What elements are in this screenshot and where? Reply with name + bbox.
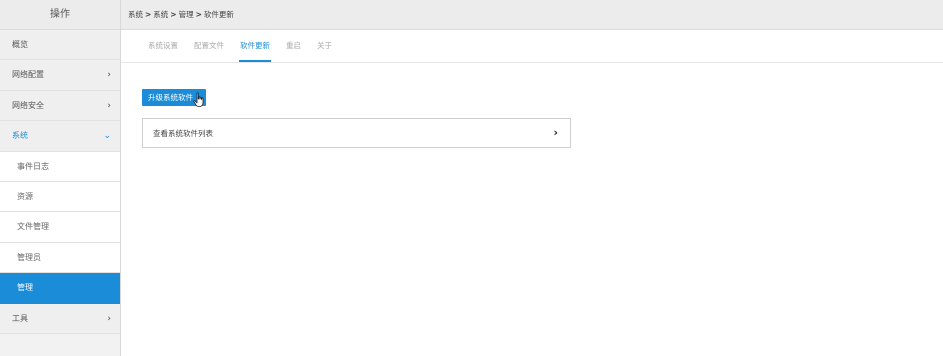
sidebar-item-label: 文件管理 (17, 222, 49, 232)
hand-pointer-icon (193, 92, 204, 107)
sidebar-item-management[interactable]: 管理 (0, 273, 120, 304)
sidebar: 操作 概览 网络配置 › 网络安全 › 系统 ⌄ 事件日志 资源 文件管理 管理… (0, 0, 121, 356)
sidebar-item-system[interactable]: 系统 ⌄ (0, 121, 120, 152)
sidebar-item-label: 网络配置 (12, 70, 44, 80)
tab-bar: 系统设置 配置文件 软件更新 重启 关于 (148, 30, 348, 62)
sidebar-header: 操作 (0, 0, 120, 30)
breadcrumb-item[interactable]: 系统 (128, 9, 143, 20)
tab-config-files[interactable]: 配置文件 (194, 30, 224, 62)
chevron-right-icon: › (107, 70, 111, 81)
sidebar-item-label: 资源 (17, 191, 33, 201)
tab-divider (121, 62, 943, 63)
breadcrumb: 系统 > 系统 > 管理 > 软件更新 (121, 0, 943, 30)
view-software-list-row[interactable]: 查看系统软件列表 › (142, 118, 571, 148)
tab-software-update[interactable]: 软件更新 (239, 30, 271, 62)
sidebar-item-label: 网络安全 (12, 100, 44, 110)
breadcrumb-separator: > (145, 10, 152, 19)
sidebar-item-label: 工具 (12, 313, 28, 323)
sidebar-item-label: 事件日志 (17, 161, 49, 171)
sidebar-item-label: 管理 (17, 283, 33, 293)
sidebar-item-network-config[interactable]: 网络配置 › (0, 60, 120, 91)
tab-restart[interactable]: 重启 (286, 30, 301, 62)
sidebar-item-tools[interactable]: 工具 › (0, 303, 120, 334)
chevron-right-icon: › (107, 100, 111, 111)
chevron-right-icon: › (553, 126, 558, 139)
sidebar-item-label: 概览 (12, 40, 28, 49)
sidebar-item-label: 系统 (12, 131, 28, 141)
chevron-down-icon: ⌄ (103, 131, 111, 142)
sidebar-item-network-security[interactable]: 网络安全 › (0, 90, 120, 122)
breadcrumb-item[interactable]: 管理 (179, 9, 194, 20)
tab-about[interactable]: 关于 (317, 30, 332, 62)
sidebar-item-resources[interactable]: 资源 (0, 181, 120, 213)
main-content: 系统设置 配置文件 软件更新 重启 关于 升级系统软件 查看系统软件列表 › (121, 30, 943, 356)
breadcrumb-separator: > (195, 10, 202, 19)
breadcrumb-separator: > (170, 10, 177, 19)
list-row-label: 查看系统软件列表 (153, 128, 213, 138)
chevron-right-icon: › (107, 313, 111, 324)
tab-system-settings[interactable]: 系统设置 (148, 30, 178, 62)
sidebar-item-administrators[interactable]: 管理员 (0, 242, 120, 274)
sidebar-item-overview[interactable]: 概览 (0, 30, 120, 61)
sidebar-item-event-log[interactable]: 事件日志 (0, 151, 120, 182)
breadcrumb-item[interactable]: 系统 (153, 9, 168, 20)
app: 操作 概览 网络配置 › 网络安全 › 系统 ⌄ 事件日志 资源 文件管理 管理… (0, 0, 943, 356)
sidebar-item-label: 管理员 (17, 252, 41, 262)
breadcrumb-current: 软件更新 (203, 10, 234, 19)
sidebar-item-file-management[interactable]: 文件管理 (0, 212, 120, 243)
